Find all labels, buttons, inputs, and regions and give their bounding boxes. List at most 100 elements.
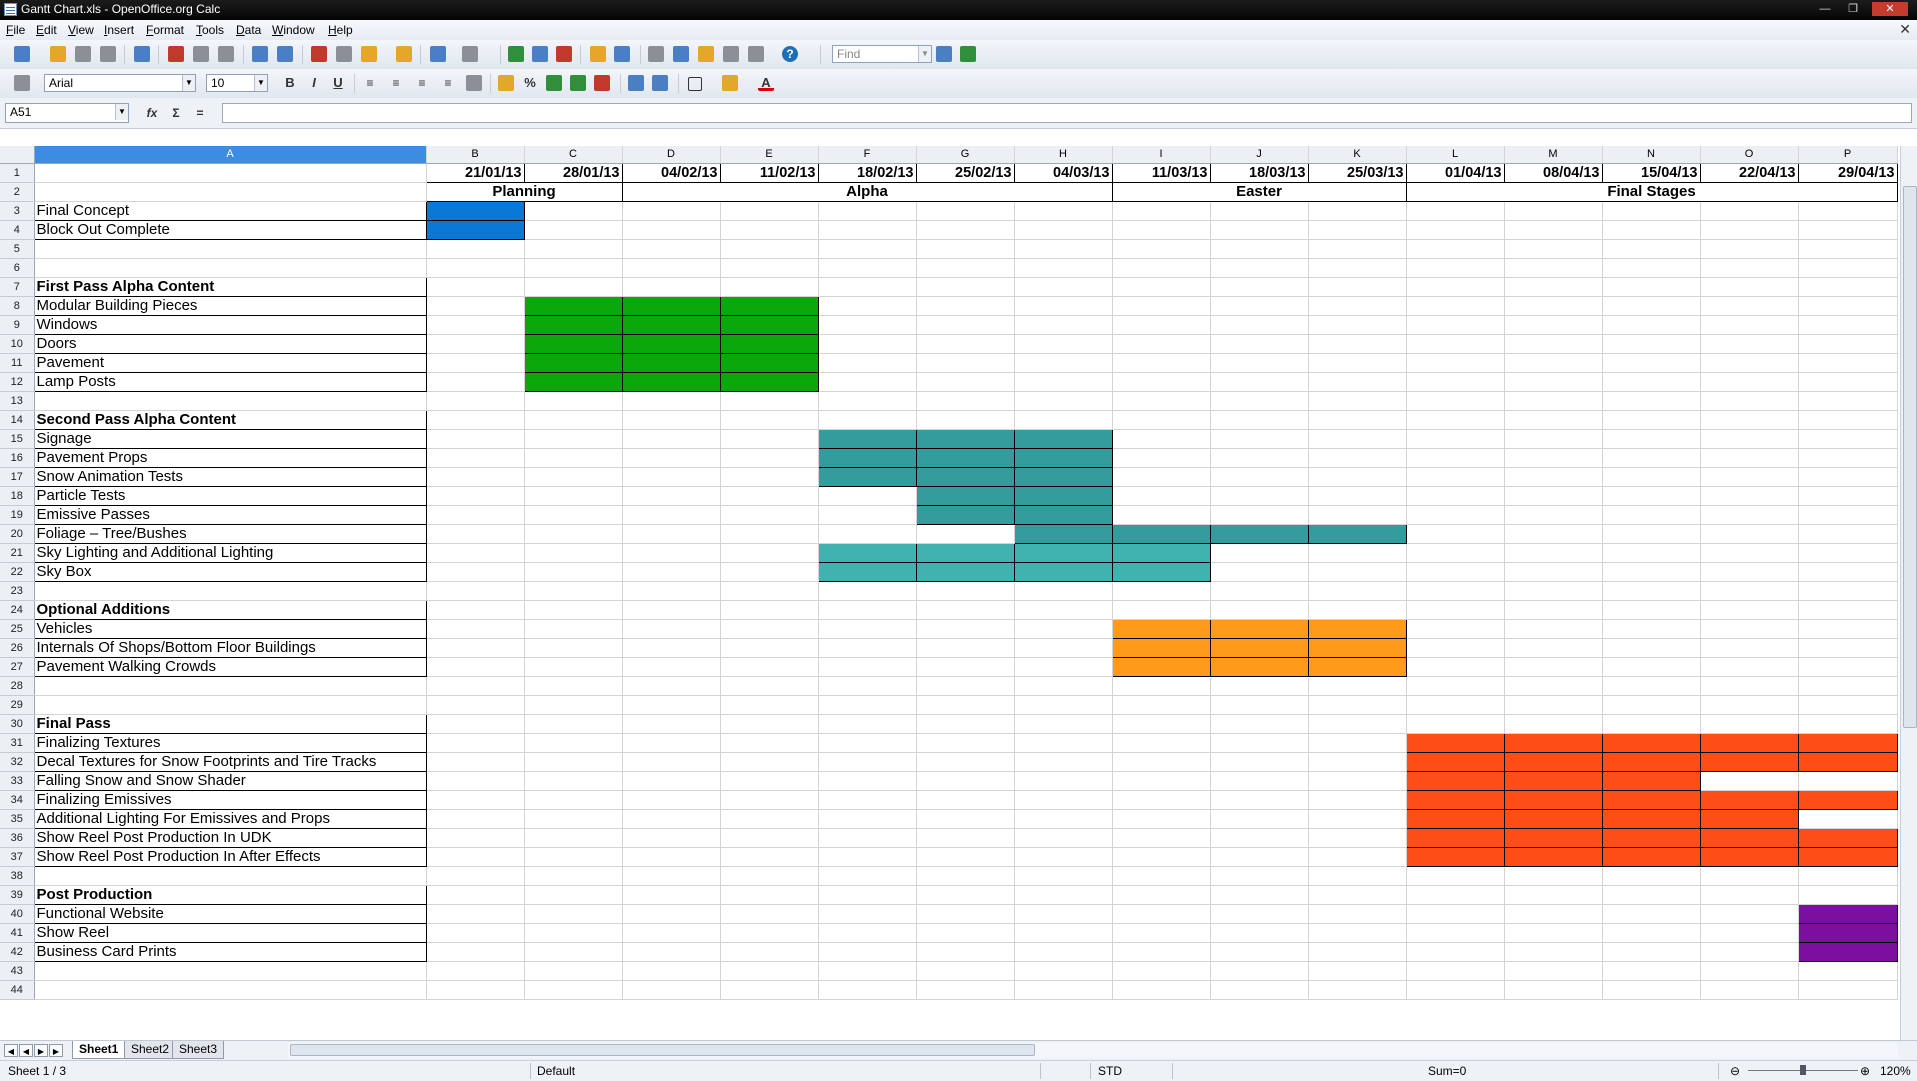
task-label-cell[interactable]: Show Reel (34, 923, 427, 943)
gantt-bar-cell[interactable] (719, 352, 819, 373)
cell[interactable] (818, 581, 917, 601)
cell[interactable] (1210, 904, 1309, 924)
cell[interactable] (524, 847, 623, 867)
column-header-o[interactable]: O (1700, 146, 1799, 164)
column-header-d[interactable]: D (622, 146, 721, 164)
cell[interactable] (916, 847, 1015, 867)
cell[interactable] (1210, 258, 1309, 278)
gantt-bar-cell[interactable] (523, 333, 623, 354)
cell[interactable] (818, 809, 917, 829)
gantt-bar-cell[interactable] (1699, 827, 1799, 848)
cell[interactable] (1798, 410, 1898, 430)
cell[interactable] (720, 885, 819, 905)
maximize-icon[interactable]: ❐ (1844, 2, 1862, 16)
cell[interactable] (1798, 391, 1898, 411)
row-header[interactable]: 22 (0, 562, 35, 582)
row-header[interactable]: 18 (0, 486, 35, 506)
sum-icon[interactable]: Σ (168, 105, 184, 121)
cell[interactable] (524, 676, 623, 696)
cell[interactable] (916, 676, 1015, 696)
cell[interactable] (720, 752, 819, 772)
cell[interactable] (524, 866, 623, 886)
cell[interactable] (1210, 752, 1309, 772)
gantt-bar-cell[interactable] (621, 314, 721, 335)
gantt-bar-cell[interactable] (915, 447, 1015, 468)
task-label-cell[interactable]: Foliage – Tree/Bushes (34, 524, 427, 544)
cell[interactable] (1406, 980, 1505, 1000)
paste-icon[interactable] (361, 46, 377, 62)
cell[interactable] (1798, 334, 1898, 354)
cell[interactable] (426, 486, 525, 506)
gantt-bar-cell[interactable] (1405, 827, 1505, 848)
cell[interactable] (622, 942, 721, 962)
zoom-in-icon[interactable]: ⊕ (1860, 1064, 1870, 1078)
task-label-cell[interactable]: Signage (34, 429, 427, 449)
date-header-cell[interactable]: 04/02/13 (622, 163, 721, 183)
cell[interactable] (1210, 714, 1309, 734)
cell[interactable] (818, 353, 917, 373)
cell[interactable] (34, 695, 427, 715)
cell[interactable] (1798, 676, 1898, 696)
cell[interactable] (1014, 695, 1113, 715)
cell[interactable] (916, 695, 1015, 715)
cell[interactable] (426, 942, 525, 962)
cell[interactable] (818, 695, 917, 715)
name-box[interactable]: A51 ▼ (5, 103, 129, 123)
cell[interactable] (622, 448, 721, 468)
cell[interactable] (1210, 581, 1309, 601)
cell[interactable] (426, 638, 525, 658)
row-header[interactable]: 36 (0, 828, 35, 848)
cell[interactable] (720, 733, 819, 753)
cell[interactable] (1014, 258, 1113, 278)
cell[interactable] (1406, 334, 1505, 354)
cell[interactable] (818, 315, 917, 335)
cell[interactable] (1700, 885, 1799, 905)
cell[interactable] (1014, 923, 1113, 943)
cell[interactable] (916, 277, 1015, 297)
gantt-bar-cell[interactable] (1797, 827, 1898, 848)
cell[interactable] (1700, 239, 1799, 259)
cell[interactable] (426, 847, 525, 867)
cut-icon[interactable] (311, 46, 327, 62)
task-label-cell[interactable]: Lamp Posts (34, 372, 427, 392)
cell[interactable] (1406, 600, 1505, 620)
cell[interactable] (1602, 961, 1701, 981)
cell[interactable] (1406, 581, 1505, 601)
cell[interactable] (1602, 353, 1701, 373)
gantt-bar-cell[interactable] (1405, 846, 1505, 867)
cell[interactable] (34, 239, 427, 259)
date-header-cell[interactable]: 28/01/13 (524, 163, 623, 183)
cell[interactable] (1308, 714, 1407, 734)
cell[interactable] (1700, 923, 1799, 943)
cell[interactable] (1014, 277, 1113, 297)
sort-ascending-icon[interactable] (532, 46, 548, 62)
cell[interactable] (1700, 315, 1799, 335)
cell[interactable] (426, 752, 525, 772)
cell[interactable] (720, 866, 819, 886)
cell[interactable] (1798, 657, 1898, 677)
cell[interactable] (1112, 581, 1211, 601)
cell[interactable] (1210, 771, 1309, 791)
cell[interactable] (1112, 904, 1211, 924)
cell[interactable] (818, 296, 917, 316)
row-header[interactable]: 14 (0, 410, 35, 430)
undo-icon[interactable] (430, 46, 446, 62)
cell[interactable] (1700, 562, 1799, 582)
cell[interactable] (426, 961, 525, 981)
gantt-bar-cell[interactable] (1013, 466, 1113, 487)
first-sheet-icon[interactable]: ◀ (4, 1044, 18, 1057)
cell[interactable] (1308, 600, 1407, 620)
cell[interactable] (1210, 600, 1309, 620)
column-header-n[interactable]: N (1602, 146, 1701, 164)
gantt-bar-cell[interactable] (1503, 827, 1603, 848)
cell[interactable] (720, 258, 819, 278)
cell[interactable] (524, 467, 623, 487)
sheet-tab-2[interactable]: Sheet2 (124, 1041, 177, 1059)
cell[interactable] (1602, 201, 1701, 221)
cell[interactable] (1014, 353, 1113, 373)
column-header-f[interactable]: F (818, 146, 917, 164)
cell[interactable] (1504, 220, 1603, 240)
zoom-level[interactable]: 120% (1880, 1064, 1911, 1078)
cell[interactable] (1210, 353, 1309, 373)
cell[interactable] (1014, 600, 1113, 620)
